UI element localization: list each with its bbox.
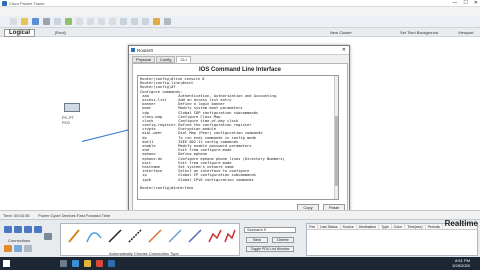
workspace-bar: Logical [Root] New Cluster Set Tiled Bac… <box>0 27 480 37</box>
new-file-icon[interactable] <box>10 18 17 25</box>
pdu-column-header[interactable]: Time(sec) <box>405 224 426 229</box>
open-file-icon[interactable] <box>21 18 28 25</box>
root-breadcrumb[interactable]: [Root] <box>55 30 66 35</box>
title-bar: Cisco Packet Tracer — ☐ ✕ <box>0 0 480 7</box>
redo-icon[interactable] <box>109 18 116 25</box>
network-info-icon[interactable] <box>65 18 72 25</box>
taskbar-app-icon-1[interactable] <box>60 260 67 267</box>
windows-start-icon[interactable] <box>3 260 10 267</box>
menu-bar <box>0 7 480 16</box>
zoom-in-icon[interactable] <box>120 18 127 25</box>
logical-tab[interactable]: Logical <box>4 29 36 37</box>
tab-cli[interactable]: CLI <box>176 56 191 63</box>
router-icon <box>131 48 135 52</box>
copper-straight-icon <box>108 229 122 243</box>
toolbar <box>0 16 480 27</box>
copper-cross-icon <box>128 229 142 243</box>
cli-heading: IOS Command Line Interface <box>198 67 282 73</box>
os-taskbar: 8:51 PM 3/25/2020 <box>0 257 480 270</box>
network-cable[interactable] <box>81 128 131 142</box>
tab-physical[interactable]: Physical <box>132 56 155 63</box>
cli-command-name: ipv6 <box>142 177 152 182</box>
new-scenario-button[interactable]: New <box>246 237 268 243</box>
minimize-button[interactable]: — <box>452 0 457 7</box>
console-cable-icon <box>86 232 102 243</box>
auto-connection-icon <box>68 229 80 243</box>
clock-date: 3/25/2020 <box>452 263 470 268</box>
copy-icon[interactable] <box>76 18 83 25</box>
maximize-button[interactable]: ☐ <box>463 0 467 7</box>
taskbar-app-icon-3[interactable] <box>84 260 91 267</box>
pdu-column-header[interactable]: Color <box>392 224 406 229</box>
custom-devices-icon[interactable] <box>24 245 32 252</box>
taskbar-app-icon-4[interactable] <box>96 260 103 267</box>
connection-types-icons <box>68 229 236 243</box>
connections-category-icon[interactable] <box>4 245 12 252</box>
tab-config[interactable]: Config <box>155 56 176 63</box>
connections-label: Connections <box>8 238 31 243</box>
bottom-panel: Connections Automatically Choose Connect… <box>0 219 480 257</box>
paste-icon[interactable] <box>87 18 94 25</box>
taskbar-app-icon-2[interactable] <box>72 260 79 267</box>
coaxial-icon <box>188 229 202 243</box>
hubs-category-icon[interactable] <box>24 226 32 233</box>
cli-panel: IOS Command Line Interface Router(config… <box>132 63 348 215</box>
realtime-mode-label[interactable]: Realtime <box>445 219 478 228</box>
auto-connection-label: Automatically Choose Connection Type <box>109 251 179 256</box>
cli-output: Router(config)#line console 0 Router(conf… <box>140 77 336 190</box>
dialog-title: Router0 <box>137 48 154 53</box>
simulation-bar: Time: 00:04:35 Power Cycle Devices Fast … <box>0 210 480 219</box>
wan-emulation-icon[interactable] <box>14 245 22 252</box>
pdu-column-header[interactable]: Destination <box>357 224 380 229</box>
save-icon[interactable] <box>32 18 39 25</box>
serial-dce-icon <box>208 229 222 243</box>
cli-command-description: Global IPv6 configuration commands <box>178 177 254 182</box>
cli-scroll-thumb[interactable] <box>335 116 338 186</box>
zoom-reset-icon[interactable] <box>131 18 138 25</box>
router-dialog: Router0 ✕ Physical Config CLI IOS Comman… <box>128 45 350 217</box>
cli-scrollbar[interactable] <box>334 76 338 199</box>
scenario-select[interactable]: Scenario 0 <box>244 227 296 233</box>
dialog-tabs: Physical Config CLI <box>132 56 191 63</box>
set-tiled-background-button[interactable]: Set Tiled Background <box>400 30 438 35</box>
wireless-category-icon[interactable] <box>34 226 42 233</box>
system-clock[interactable]: 8:51 PM 3/25/2020 <box>452 258 470 268</box>
time-display: Time: 00:04:35 <box>3 213 30 218</box>
pdu-column-header[interactable]: Type <box>379 224 392 229</box>
delete-scenario-button[interactable]: Delete <box>272 237 294 243</box>
undo-icon[interactable] <box>98 18 105 25</box>
cli-terminal[interactable]: Router(config)#line console 0 Router(conf… <box>137 75 339 200</box>
pdu-column-header[interactable]: Fire <box>307 224 319 229</box>
pdu-column-header[interactable]: Source <box>341 224 357 229</box>
device-name-label: PC0 <box>62 120 70 125</box>
pc-icon[interactable] <box>64 103 80 112</box>
switches-category-icon[interactable] <box>14 226 22 233</box>
scenario-area: Scenario 0 New Delete Toggle PDU List Wi… <box>244 223 304 256</box>
routers-category-icon[interactable] <box>4 226 12 233</box>
zoom-out-icon[interactable] <box>142 18 149 25</box>
window-controls: — ☐ ✕ <box>452 0 478 7</box>
close-button[interactable]: ✕ <box>474 0 478 7</box>
pdu-column-header[interactable]: Periodic <box>426 224 444 229</box>
connection-types-panel: Automatically Choose Connection Type <box>60 223 240 256</box>
toggle-pdu-list-button[interactable]: Toggle PDU List Window <box>246 246 294 252</box>
pdu-column-header[interactable]: Last Status <box>318 224 341 229</box>
new-cluster-button[interactable]: New Cluster <box>330 30 352 35</box>
serial-dte-icon <box>224 229 236 243</box>
phone-cable-icon <box>168 229 182 243</box>
end-devices-category-icon[interactable] <box>44 233 52 240</box>
power-cycle-devices-button[interactable]: Power Cycle Devices Fast Forward Time <box>38 213 110 218</box>
packet-tracer-icon <box>2 1 7 6</box>
dialog-close-button[interactable]: ✕ <box>342 47 346 53</box>
cli-prompt[interactable]: Router(config)#interface <box>140 186 336 190</box>
custom-device-icon[interactable] <box>164 18 171 25</box>
window-title: Cisco Packet Tracer <box>9 1 45 6</box>
palette-icon[interactable] <box>153 18 160 25</box>
print-icon[interactable] <box>43 18 50 25</box>
fiber-icon <box>148 229 162 243</box>
dialog-title-bar: Router0 ✕ <box>129 46 349 55</box>
taskbar-app-icon-5[interactable] <box>108 260 115 267</box>
viewport-button[interactable]: Viewport <box>458 30 474 35</box>
wizard-icon[interactable] <box>54 18 61 25</box>
